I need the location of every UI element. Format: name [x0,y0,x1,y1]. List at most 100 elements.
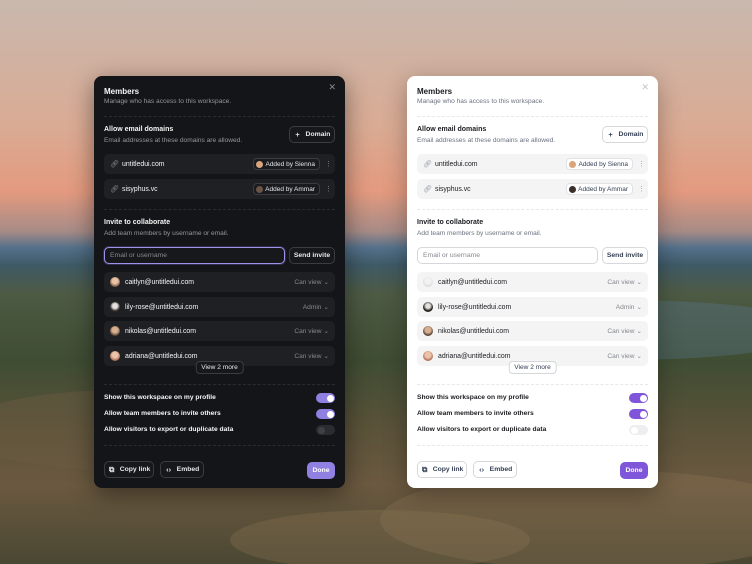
added-by-badge: Added by Sienna [566,158,633,170]
link-icon: 🔗︎ [110,186,119,193]
done-button[interactable]: Done [620,462,648,479]
more-vertical-icon[interactable]: ⋮ [325,185,332,193]
invite-input[interactable]: Email or username [104,247,285,264]
copy-link-button[interactable]: ⧉ Copy link [104,461,154,478]
copy-link-button[interactable]: ⧉ Copy link [417,461,467,478]
modal-title: Members [417,87,453,96]
divider [417,209,648,210]
domain-row: 🔗︎ untitledui.com Added by Sienna ⋮ [417,154,648,174]
added-by-text: Added by Sienna [578,160,628,168]
toggle-allow-export[interactable] [316,425,335,435]
link-icon: 🔗︎ [423,186,432,193]
close-icon[interactable]: ✕ [641,83,649,92]
domain-name: untitledui.com [122,160,165,168]
done-button[interactable]: Done [307,462,335,479]
add-domain-label: Domain [305,131,331,138]
invite-subtitle: Add team members by username or email. [104,230,229,237]
more-vertical-icon[interactable]: ⋮ [325,160,332,168]
invite-input[interactable]: Email or username [417,247,598,264]
plus-icon: + [295,129,300,139]
avatar [256,185,264,193]
divider [104,209,335,210]
more-vertical-icon[interactable]: ⋮ [638,185,645,193]
member-row: caitlyn@untitledui.com Can view ⌄ [417,272,648,292]
toggle-show-profile[interactable] [629,393,648,403]
permission-select[interactable]: Admin ⌄ [302,303,329,312]
add-domain-button[interactable]: + Domain [602,126,648,143]
permission-select[interactable]: Can view ⌄ [294,278,329,287]
link-icon: 🔗︎ [423,161,432,168]
avatar [256,160,264,168]
member-email: nikolas@untitledui.com [125,327,196,335]
divider [104,384,335,385]
member-email: adriana@untitledui.com [438,352,511,360]
avatar [423,351,433,361]
send-invite-button[interactable]: Send invite [602,247,648,264]
modal-title: Members [104,87,140,96]
plus-icon: + [608,129,613,139]
copy-icon: ⧉ [422,464,428,474]
avatar [110,351,120,361]
divider [417,384,648,385]
member-email: caitlyn@untitledui.com [438,278,508,286]
code-icon: ‹› [166,464,172,474]
domains-title: Allow email domains [417,126,487,133]
permission-select[interactable]: Can view ⌄ [607,327,642,336]
domain-row: 🔗︎ sisyphus.vc Added by Ammar ⋮ [104,179,335,199]
permission-label: Can view [294,352,322,360]
chevron-down-icon: ⌄ [636,279,642,286]
chevron-down-icon: ⌄ [323,353,329,360]
invite-title: Invite to collaborate [417,219,484,226]
permission-label: Can view [294,278,322,286]
avatar [423,326,433,336]
permission-select[interactable]: Can view ⌄ [607,278,642,287]
embed-button[interactable]: ‹› Embed [160,461,204,478]
setting-label: Allow team members to invite others [104,410,221,417]
chevron-down-icon: ⌄ [323,279,329,286]
permission-select[interactable]: Can view ⌄ [294,327,329,336]
added-by-text: Added by Sienna [265,160,315,168]
copy-link-label: Copy link [432,466,464,473]
link-icon: 🔗︎ [110,161,119,168]
domains-title: Allow email domains [104,126,174,133]
setting-label: Allow visitors to export or duplicate da… [104,426,234,433]
permission-label: Can view [607,327,635,335]
permission-label: Admin [302,303,322,311]
member-email: lily-rose@untitledui.com [438,303,512,311]
divider [104,116,335,117]
copy-icon: ⧉ [109,464,115,474]
setting-label: Allow team members to invite others [417,410,534,417]
avatar [110,302,120,312]
domains-subtitle: Email addresses at these domains are all… [417,137,556,144]
members-modal-dark: Members Manage who has access to this wo… [94,76,345,488]
member-row: caitlyn@untitledui.com Can view ⌄ [104,272,335,292]
view-more-button[interactable]: View 2 more [195,361,244,374]
close-icon[interactable]: ✕ [328,83,336,92]
permission-label: Can view [607,352,635,360]
view-more-button[interactable]: View 2 more [508,361,557,374]
member-email: lily-rose@untitledui.com [125,303,199,311]
permission-label: Can view [607,278,635,286]
domain-row: 🔗︎ untitledui.com Added by Sienna ⋮ [104,154,335,174]
permission-select[interactable]: Can view ⌄ [294,352,329,361]
permission-select[interactable]: Admin ⌄ [616,303,642,312]
member-email: adriana@untitledui.com [125,352,198,360]
more-vertical-icon[interactable]: ⋮ [638,160,645,168]
member-email: caitlyn@untitledui.com [125,278,195,286]
divider [417,116,648,117]
add-domain-button[interactable]: + Domain [289,126,335,143]
send-invite-button[interactable]: Send invite [289,247,335,264]
avatar [569,160,577,168]
added-by-badge: Added by Sienna [253,158,320,170]
permission-select[interactable]: Can view ⌄ [607,352,642,361]
permission-label: Can view [294,327,322,335]
toggle-allow-invite[interactable] [629,409,648,419]
modal-subtitle: Manage who has access to this workspace. [417,98,545,105]
embed-button[interactable]: ‹› Embed [473,461,517,478]
toggle-allow-export[interactable] [629,425,648,435]
toggle-allow-invite[interactable] [316,409,335,419]
chevron-down-icon: ⌄ [636,328,642,335]
toggle-show-profile[interactable] [316,393,335,403]
setting-label: Show this workspace on my profile [417,394,529,401]
domain-name: sisyphus.vc [122,185,158,193]
